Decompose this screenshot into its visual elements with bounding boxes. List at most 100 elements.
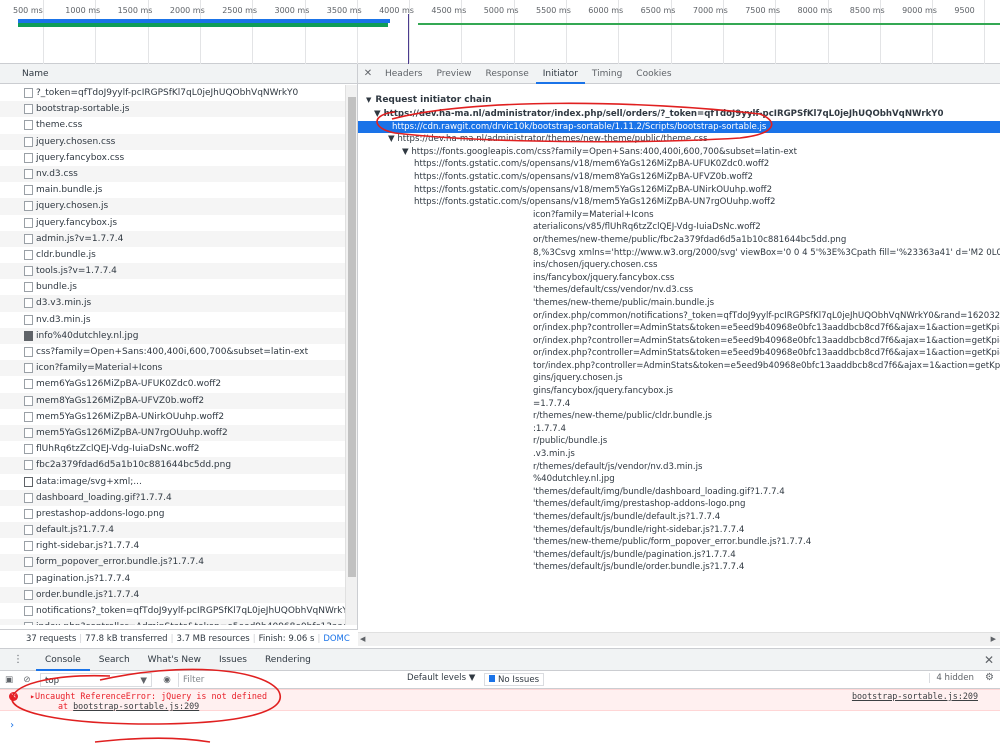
initiator-row-selected[interactable]: https://cdn.rawgit.com/drvic10k/bootstra… <box>358 120 1000 134</box>
request-row[interactable]: default.js?1.7.7.4 <box>0 522 346 539</box>
request-row[interactable]: mem6YaGs126MiZpBA-UFUK0Zdc0.woff2 <box>0 376 346 392</box>
request-row[interactable]: mem5YaGs126MiZpBA-UNirkOUuhp.woff2 <box>0 409 346 425</box>
context-selector[interactable]: top ▼ <box>40 672 152 687</box>
request-row[interactable]: jquery.fancybox.css <box>0 150 346 166</box>
drawer-tab-what-s-new[interactable]: What's New <box>139 649 210 671</box>
request-row[interactable]: flUhRq6tzZclQEJ-Vdg-IuiaDsNc.woff2 <box>0 441 346 457</box>
name-column-header[interactable]: Name <box>0 64 357 84</box>
initiator-row[interactable]: ins/chosen/jquery.chosen.css <box>358 259 1000 272</box>
request-row[interactable]: mem8YaGs126MiZpBA-UFVZ0b.woff2 <box>0 392 346 409</box>
initiator-row[interactable]: https://fonts.gstatic.com/s/opensans/v18… <box>358 171 1000 184</box>
drawer-tab-rendering[interactable]: Rendering <box>256 649 320 671</box>
eye-icon[interactable]: ◉ <box>156 675 178 685</box>
initiator-row[interactable]: or/index.php?controller=AdminStats&token… <box>358 335 1000 348</box>
request-list-scrollbar[interactable] <box>345 85 357 625</box>
tab-response[interactable]: Response <box>479 64 536 84</box>
initiator-row[interactable]: 'themes/default/js/bundle/pagination.js?… <box>358 549 1000 562</box>
initiator-row[interactable]: 'themes/default/img/prestashop-addons-lo… <box>358 498 1000 511</box>
request-row[interactable]: notifications?_token=qfTdoJ9yylf-pcIRGPS… <box>0 603 346 619</box>
request-row[interactable]: data:image/svg+xml;... <box>0 474 346 490</box>
request-row[interactable]: main.bundle.js <box>0 182 346 198</box>
console-prompt[interactable]: › <box>9 720 15 731</box>
request-row[interactable]: form_popover_error.bundle.js?1.7.7.4 <box>0 554 346 571</box>
initiator-row[interactable]: 'themes/new-theme/public/form_popover_er… <box>358 536 1000 549</box>
initiator-row[interactable]: aterialicons/v85/flUhRq6tzZclQEJ-Vdg-Iui… <box>358 221 1000 234</box>
initiator-row[interactable]: ▼ https://dev.ha-ma.nl/administrator/ind… <box>358 108 1000 121</box>
initiator-row[interactable]: ▼ https://dev.ha-ma.nl/administrator/the… <box>358 133 1000 146</box>
sidebar-toggle-icon[interactable]: ▣ <box>0 675 18 685</box>
request-row[interactable]: tools.js?v=1.7.7.4 <box>0 263 346 280</box>
request-row[interactable]: d3.v3.min.js <box>0 295 346 312</box>
request-row[interactable]: jquery.chosen.css <box>0 133 346 150</box>
request-row[interactable]: mem5YaGs126MiZpBA-UN7rgOUuhp.woff2 <box>0 424 346 442</box>
initiator-row[interactable]: ▼ https://fonts.googleapis.com/css?famil… <box>358 146 1000 159</box>
initiator-row[interactable]: 'themes/default/js/bundle/default.js?1.7… <box>358 511 1000 524</box>
request-row[interactable]: right-sidebar.js?1.7.7.4 <box>0 538 346 554</box>
request-row[interactable]: info%40dutchley.nl.jpg <box>0 327 346 344</box>
initiator-row[interactable]: https://fonts.gstatic.com/s/opensans/v18… <box>358 158 1000 171</box>
initiator-row[interactable]: :1.7.7.4 <box>358 423 1000 436</box>
initiator-row[interactable]: 'themes/default/js/bundle/order.bundle.j… <box>358 561 1000 574</box>
timeline-overview[interactable]: 500 ms 1000 ms 1500 ms 2000 ms 2500 ms 3000 m… <box>0 0 1000 64</box>
request-row[interactable]: fbc2a379fdad6d5a1b10c881644bc5dd.png <box>0 457 346 474</box>
initiator-row[interactable]: .v3.min.js <box>358 448 1000 461</box>
initiator-row[interactable]: or/index.php/common/notifications?_token… <box>358 310 1000 323</box>
clear-console-icon[interactable]: ⊘ <box>18 675 36 685</box>
initiator-row[interactable]: r/themes/default/js/vendor/nv.d3.min.js <box>358 461 1000 474</box>
initiator-row[interactable]: gins/jquery.chosen.js <box>358 372 1000 385</box>
initiator-row[interactable]: or/themes/new-theme/public/fbc2a379fdad6… <box>358 234 1000 247</box>
horizontal-scrollbar[interactable]: ◀ ▶ <box>358 632 1000 646</box>
initiator-row[interactable]: 'themes/default/img/bundle/dashboard_loa… <box>358 486 1000 499</box>
initiator-row[interactable]: ins/fancybox/jquery.fancybox.css <box>358 272 1000 285</box>
gear-icon[interactable]: ⚙ <box>985 672 994 683</box>
initiator-row[interactable]: or/index.php?controller=AdminStats&token… <box>358 322 1000 335</box>
request-row[interactable]: nv.d3.css <box>0 165 346 183</box>
error-source-link[interactable]: bootstrap-sortable.js:209 <box>852 691 978 701</box>
request-row[interactable]: order.bundle.js?1.7.7.4 <box>0 586 346 603</box>
close-icon[interactable]: ✕ <box>358 68 378 79</box>
drawer-tab-search[interactable]: Search <box>90 649 139 671</box>
request-row[interactable]: bundle.js <box>0 279 346 295</box>
initiator-row[interactable]: 'themes/default/js/bundle/right-sidebar.… <box>358 524 1000 537</box>
initiator-row[interactable]: or/index.php?controller=AdminStats&token… <box>358 347 1000 360</box>
tab-preview[interactable]: Preview <box>429 64 478 84</box>
request-row[interactable]: css?family=Open+Sans:400,400i,600,700&su… <box>0 344 346 360</box>
request-row[interactable]: pagination.js?1.7.7.4 <box>0 571 346 587</box>
request-row[interactable]: theme.css <box>0 117 346 133</box>
initiator-row[interactable]: gins/fancybox/jquery.fancybox.js <box>358 385 1000 398</box>
request-row[interactable]: index.php?controller=AdminStats&token=e5… <box>0 619 346 625</box>
request-row[interactable]: ?_token=qfTdoJ9yylf-pcIRGPSfKl7qL0jeJhUQ… <box>0 85 346 101</box>
request-row[interactable]: cldr.bundle.js <box>0 247 346 263</box>
initiator-row[interactable]: 'themes/default/css/vendor/nv.d3.css <box>358 284 1000 297</box>
initiator-row[interactable]: https://fonts.gstatic.com/s/opensans/v18… <box>358 196 1000 209</box>
request-row[interactable]: icon?family=Material+Icons <box>0 360 346 377</box>
drawer-tab-issues[interactable]: Issues <box>210 649 256 671</box>
request-row[interactable]: jquery.fancybox.js <box>0 215 346 231</box>
initiator-row[interactable]: 'themes/new-theme/public/main.bundle.js <box>358 297 1000 310</box>
tab-cookies[interactable]: Cookies <box>629 64 678 84</box>
initiator-row[interactable]: https://fonts.gstatic.com/s/opensans/v18… <box>358 184 1000 197</box>
close-drawer-icon[interactable]: ✕ <box>984 653 994 667</box>
request-row[interactable]: bootstrap-sortable.js <box>0 101 346 118</box>
error-text[interactable]: ▸Uncaught ReferenceError: jQuery is not … <box>30 691 267 701</box>
filter-input[interactable] <box>178 672 368 687</box>
tab-initiator[interactable]: Initiator <box>535 64 585 84</box>
stack-source-link[interactable]: bootstrap-sortable.js:209 <box>73 701 199 711</box>
scroll-right-icon[interactable]: ▶ <box>991 635 996 643</box>
tab-timing[interactable]: Timing <box>585 64 629 84</box>
request-row[interactable]: admin.js?v=1.7.7.4 <box>0 230 346 247</box>
request-row[interactable]: jquery.chosen.js <box>0 198 346 215</box>
more-tools-icon[interactable]: ⋮ <box>0 654 36 665</box>
request-row[interactable]: prestashop-addons-logo.png <box>0 506 346 522</box>
initiator-row[interactable]: =1.7.7.4 <box>358 398 1000 411</box>
initiator-row[interactable]: r/public/bundle.js <box>358 435 1000 448</box>
request-row[interactable]: nv.d3.min.js <box>0 312 346 328</box>
request-row[interactable]: dashboard_loading.gif?1.7.7.4 <box>0 489 346 506</box>
scroll-left-icon[interactable]: ◀ <box>360 635 365 643</box>
drawer-tab-console[interactable]: Console <box>36 649 90 671</box>
initiator-row[interactable]: icon?family=Material+Icons <box>358 209 1000 222</box>
initiator-row[interactable]: r/themes/new-theme/public/cldr.bundle.js <box>358 410 1000 423</box>
initiator-row[interactable]: 8,%3Csvg xmlns='http://www.w3.org/2000/s… <box>358 247 1000 260</box>
tab-headers[interactable]: Headers <box>378 64 429 84</box>
initiator-row[interactable]: tor/index.php?controller=AdminStats&toke… <box>358 360 1000 373</box>
